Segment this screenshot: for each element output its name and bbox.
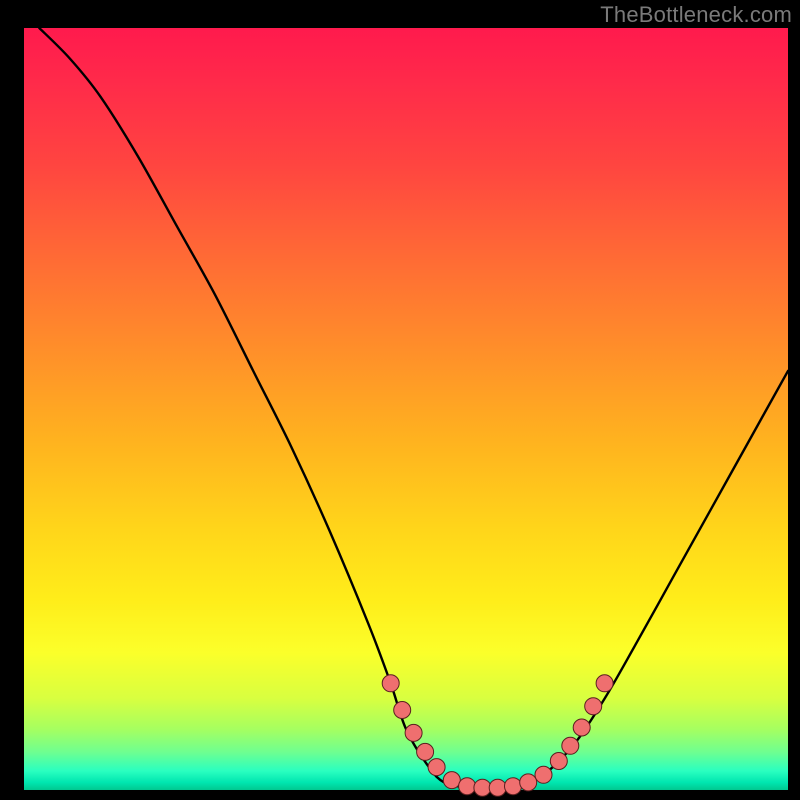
- highlight-dot: [394, 702, 411, 719]
- highlight-dot: [550, 753, 567, 770]
- highlight-dot: [520, 774, 537, 791]
- highlight-dot: [459, 778, 476, 795]
- highlight-dot: [562, 737, 579, 754]
- highlight-dot: [505, 778, 522, 795]
- highlight-dot: [535, 766, 552, 783]
- chart-frame: TheBottleneck.com: [0, 0, 800, 800]
- highlight-dot: [474, 779, 491, 796]
- highlight-dot: [405, 724, 422, 741]
- highlight-dot: [489, 779, 506, 796]
- bottleneck-chart: [0, 0, 800, 800]
- highlight-dot: [382, 675, 399, 692]
- watermark-label: TheBottleneck.com: [600, 2, 792, 28]
- highlight-dot: [596, 675, 613, 692]
- curve-line: [39, 28, 788, 789]
- highlight-dot: [443, 772, 460, 789]
- highlight-dot: [585, 698, 602, 715]
- highlight-dot: [417, 743, 434, 760]
- highlight-dot: [428, 759, 445, 776]
- highlight-dot: [573, 719, 590, 736]
